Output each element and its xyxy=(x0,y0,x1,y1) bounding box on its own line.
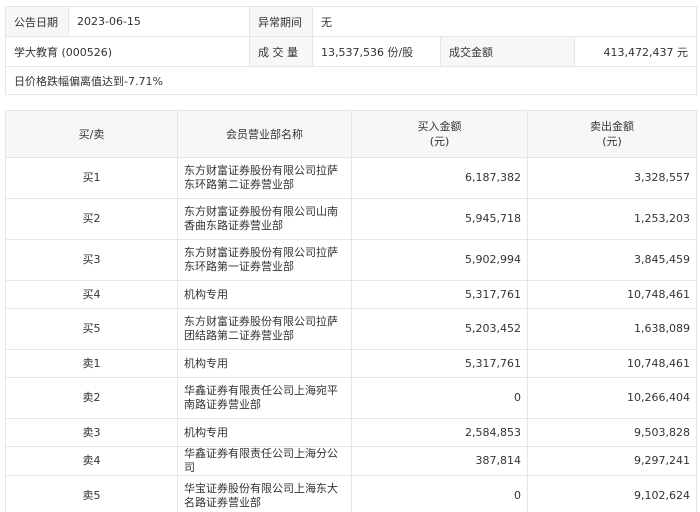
row-sell-amount: 3,328,557 xyxy=(527,157,697,199)
row-sell-amount: 9,102,624 xyxy=(527,475,697,512)
row-side: 卖4 xyxy=(5,446,178,476)
row-member: 机构专用 xyxy=(177,418,352,447)
table-row: 买2 东方财富证券股份有限公司山南香曲东路证券营业部 5,945,718 1,2… xyxy=(5,198,697,240)
row-buy-amount: 5,902,994 xyxy=(351,239,528,281)
info-row-stock: 学大教育 (000526) 成 交 量 13,537,536 份/股 成交金额 … xyxy=(5,36,698,67)
row-side: 卖3 xyxy=(5,418,178,447)
table-row: 卖3 机构专用 2,584,853 9,503,828 xyxy=(5,418,697,447)
row-buy-amount: 387,814 xyxy=(351,446,528,476)
row-sell-amount: 10,748,461 xyxy=(527,280,697,309)
row-member: 机构专用 xyxy=(177,349,352,378)
header-member: 会员营业部名称 xyxy=(177,110,352,158)
table-row: 买4 机构专用 5,317,761 10,748,461 xyxy=(5,280,697,309)
header-buy-amount-unit: (元) xyxy=(429,135,450,148)
row-member: 华宝证券股份有限公司上海东大名路证券营业部 xyxy=(177,475,352,512)
table-row: 卖2 华鑫证券有限责任公司上海宛平南路证券营业部 0 10,266,404 xyxy=(5,377,697,419)
header-sell-amount: 卖出金额 (元) xyxy=(527,110,697,158)
table-row: 买1 东方财富证券股份有限公司拉萨东环路第二证券营业部 6,187,382 3,… xyxy=(5,157,697,199)
row-side: 买1 xyxy=(5,157,178,199)
volume-label: 成 交 量 xyxy=(249,36,313,67)
header-sell-amount-title: 卖出金额 xyxy=(590,120,634,133)
row-buy-amount: 5,203,452 xyxy=(351,308,528,350)
row-sell-amount: 10,266,404 xyxy=(527,377,697,419)
header-side: 买/卖 xyxy=(5,110,178,158)
stock-name: 学大教育 (000526) xyxy=(5,36,250,67)
trading-seats-table: 买/卖 会员营业部名称 买入金额 (元) 卖出金额 (元) 买1 东方财富证券股份有… xyxy=(5,110,697,512)
row-side: 买2 xyxy=(5,198,178,240)
header-buy-amount-title: 买入金额 xyxy=(417,120,462,133)
row-sell-amount: 1,253,203 xyxy=(527,198,697,240)
info-row-date: 公告日期 2023-06-15 异常期间 无 xyxy=(5,6,698,37)
row-member: 东方财富证券股份有限公司山南香曲东路证券营业部 xyxy=(177,198,352,240)
volume-value: 13,537,536 份/股 xyxy=(312,36,441,67)
abnormal-period-label: 异常期间 xyxy=(249,6,313,37)
row-side: 买4 xyxy=(5,280,178,309)
row-sell-amount: 3,845,459 xyxy=(527,239,697,281)
table-row: 卖1 机构专用 5,317,761 10,748,461 xyxy=(5,349,697,378)
row-member: 东方财富证券股份有限公司拉萨团结路第二证券营业部 xyxy=(177,308,352,350)
row-member: 东方财富证券股份有限公司拉萨东环路第二证券营业部 xyxy=(177,157,352,199)
row-buy-amount: 0 xyxy=(351,475,528,512)
amount-value: 413,472,437 元 xyxy=(573,36,698,67)
row-side: 卖1 xyxy=(5,349,178,378)
announcement-info-table: 公告日期 2023-06-15 异常期间 无 学大教育 (000526) 成 交… xyxy=(4,6,698,95)
row-sell-amount: 10,748,461 xyxy=(527,349,697,378)
reason-text: 日价格跌幅偏离值达到-7.71% xyxy=(4,66,698,95)
table-row: 买5 东方财富证券股份有限公司拉萨团结路第二证券营业部 5,203,452 1,… xyxy=(5,308,697,350)
info-row-reason: 日价格跌幅偏离值达到-7.71% xyxy=(4,66,698,95)
row-member: 华鑫证券有限责任公司上海分公司 xyxy=(177,446,352,476)
row-buy-amount: 5,317,761 xyxy=(351,349,528,378)
abnormal-period-value: 无 xyxy=(311,6,698,37)
table-row: 卖4 华鑫证券有限责任公司上海分公司 387,814 9,297,241 xyxy=(5,446,697,476)
table-row: 买3 东方财富证券股份有限公司拉萨东环路第一证券营业部 5,902,994 3,… xyxy=(5,239,697,281)
row-buy-amount: 5,317,761 xyxy=(351,280,528,309)
table-row: 卖5 华宝证券股份有限公司上海东大名路证券营业部 0 9,102,624 xyxy=(5,475,697,512)
row-buy-amount: 6,187,382 xyxy=(351,157,528,199)
row-buy-amount: 2,584,853 xyxy=(351,418,528,447)
row-side: 卖2 xyxy=(5,377,178,419)
header-sell-amount-unit: (元) xyxy=(602,135,622,148)
row-side: 买3 xyxy=(5,239,178,281)
announce-date-value: 2023-06-15 xyxy=(68,6,250,37)
row-member: 机构专用 xyxy=(177,280,352,309)
row-member: 东方财富证券股份有限公司拉萨东环路第一证券营业部 xyxy=(177,239,352,281)
row-sell-amount: 9,503,828 xyxy=(527,418,697,447)
row-sell-amount: 9,297,241 xyxy=(527,446,697,476)
row-member: 华鑫证券有限责任公司上海宛平南路证券营业部 xyxy=(177,377,352,419)
announce-date-label: 公告日期 xyxy=(5,6,69,37)
header-buy-amount: 买入金额 (元) xyxy=(351,110,528,158)
row-side: 买5 xyxy=(5,308,178,350)
row-sell-amount: 1,638,089 xyxy=(527,308,697,350)
row-side: 卖5 xyxy=(5,475,178,512)
amount-label: 成交金额 xyxy=(440,36,575,67)
row-buy-amount: 0 xyxy=(351,377,528,419)
table-header-row: 买/卖 会员营业部名称 买入金额 (元) 卖出金额 (元) xyxy=(5,110,697,158)
row-buy-amount: 5,945,718 xyxy=(351,198,528,240)
